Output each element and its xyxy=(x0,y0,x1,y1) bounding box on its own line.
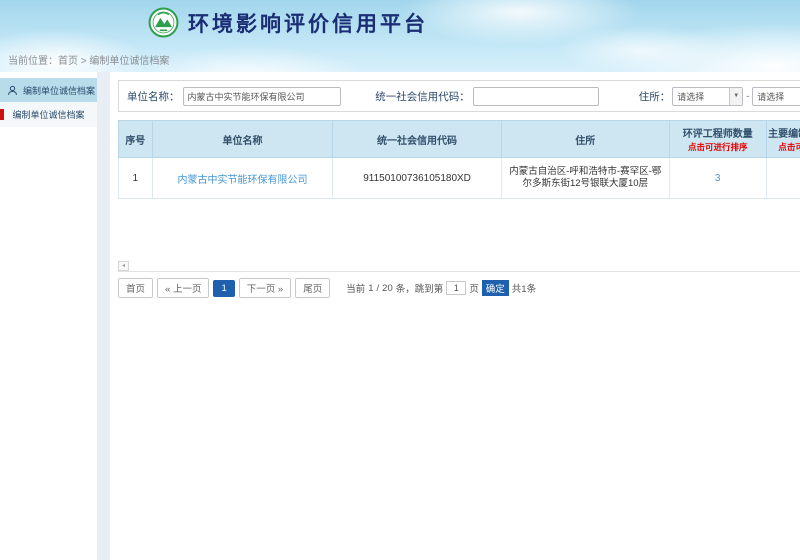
page-title: 环境影响评价信用平台 xyxy=(188,8,428,38)
province-select[interactable]: 请选择 ▼ xyxy=(672,87,743,106)
sidebar-section-title: 编制单位诚信档案 xyxy=(23,84,95,97)
credit-code-input[interactable] xyxy=(473,87,599,106)
unit-name-input[interactable] xyxy=(183,87,342,106)
credit-code-label: 统一社会信用代码： xyxy=(375,89,470,104)
empty-area xyxy=(118,199,800,261)
horizontal-scrollbar[interactable]: ◂ xyxy=(118,261,800,272)
scroll-left-icon[interactable]: ◂ xyxy=(118,261,129,271)
page-separator: / xyxy=(377,283,380,294)
table-row: 1 内蒙古中实节能环保有限公司 91150100736105180XD 内蒙古自… xyxy=(119,158,800,199)
col-address: 住所 xyxy=(501,121,669,158)
cell-address: 内蒙古自治区-呼和浩特市-赛罕区-鄂尔多斯东街12号银联大厦10层 xyxy=(501,158,669,199)
first-page-button[interactable]: 首页 xyxy=(118,278,153,298)
city-select-value: 请选择 xyxy=(753,88,800,105)
prev-page-button[interactable]: « 上一页 xyxy=(157,278,209,298)
goto-label: 条，跳到第 xyxy=(396,281,444,295)
page-body: 编制单位诚信档案 编制单位诚信档案 单位名称： 统一社会信用代码： 住所： 请选… xyxy=(0,72,800,560)
brand: 环境影响评价信用平台 xyxy=(148,7,428,38)
sidebar-section-header[interactable]: 编制单位诚信档案 xyxy=(0,78,97,102)
results-table: 序号 单位名称 统一社会信用代码 住所 环评工程师数量 点击可进行排序 主要编制… xyxy=(118,120,800,199)
select-separator: - xyxy=(746,91,749,101)
sidebar-divider xyxy=(97,72,110,560)
cell-seq: 1 xyxy=(119,158,153,199)
col-staff-count[interactable]: 主要编制人员数量 点击可进行排序 xyxy=(766,121,800,158)
main-content: 单位名称： 统一社会信用代码： 住所： 请选择 ▼ - 请选择 ▼ - 请选择 … xyxy=(110,72,800,560)
current-label: 当前 xyxy=(346,281,365,295)
col-engineer-count[interactable]: 环评工程师数量 点击可进行排序 xyxy=(669,121,766,158)
pagination: 首页 « 上一页 1 下一页 » 尾页 当前 1 / 20 条，跳到第 页 确定… xyxy=(118,278,800,298)
current-page: 1 xyxy=(368,283,373,294)
sidebar-item-label: 编制单位诚信档案 xyxy=(12,108,84,121)
cell-credit-code: 91150100736105180XD xyxy=(333,158,501,199)
sidebar: 编制单位诚信档案 编制单位诚信档案 xyxy=(0,72,97,560)
last-page-button[interactable]: 尾页 xyxy=(295,278,330,298)
sidebar-item-integrity-archive[interactable]: 编制单位诚信档案 xyxy=(0,102,97,127)
table-header-row: 序号 单位名称 统一社会信用代码 住所 环评工程师数量 点击可进行排序 主要编制… xyxy=(119,121,800,158)
page-1-button[interactable]: 1 xyxy=(213,280,234,297)
col-seq: 序号 xyxy=(119,121,153,158)
total-pages: 20 xyxy=(382,283,393,294)
mee-logo-icon xyxy=(148,7,179,38)
user-icon xyxy=(7,85,18,96)
pager-info: 当前 1 / 20 条，跳到第 页 确定 共1条 xyxy=(346,280,536,296)
next-page-button[interactable]: 下一页 » xyxy=(239,278,291,298)
chevron-down-icon: ▼ xyxy=(729,88,742,105)
total-count: 共1条 xyxy=(512,281,536,295)
breadcrumb: 当前位置：首页 > 编制单位诚信档案 xyxy=(8,52,169,67)
goto-page-input[interactable] xyxy=(446,281,466,295)
page-word: 页 xyxy=(469,281,479,295)
city-select[interactable]: 请选择 ▼ xyxy=(752,87,800,106)
engineer-count-link[interactable]: 3 xyxy=(715,173,721,184)
col-unit-name: 单位名称 xyxy=(152,121,333,158)
confirm-button[interactable]: 确定 xyxy=(482,280,509,296)
unit-name-link[interactable]: 内蒙古中实节能环保有限公司 xyxy=(178,175,308,186)
province-select-value: 请选择 xyxy=(673,88,729,105)
search-form: 单位名称： 统一社会信用代码： 住所： 请选择 ▼ - 请选择 ▼ - 请选择 … xyxy=(118,80,800,112)
address-label: 住所： xyxy=(639,89,671,104)
header: 环境影响评价信用平台 当前位置：首页 > 编制单位诚信档案 xyxy=(0,0,800,72)
sort-hint: 点击可进行排序 xyxy=(768,141,800,153)
col-credit-code: 统一社会信用代码 xyxy=(333,121,501,158)
active-indicator xyxy=(0,109,4,120)
sort-hint: 点击可进行排序 xyxy=(671,141,765,153)
unit-name-label: 单位名称： xyxy=(127,89,180,104)
